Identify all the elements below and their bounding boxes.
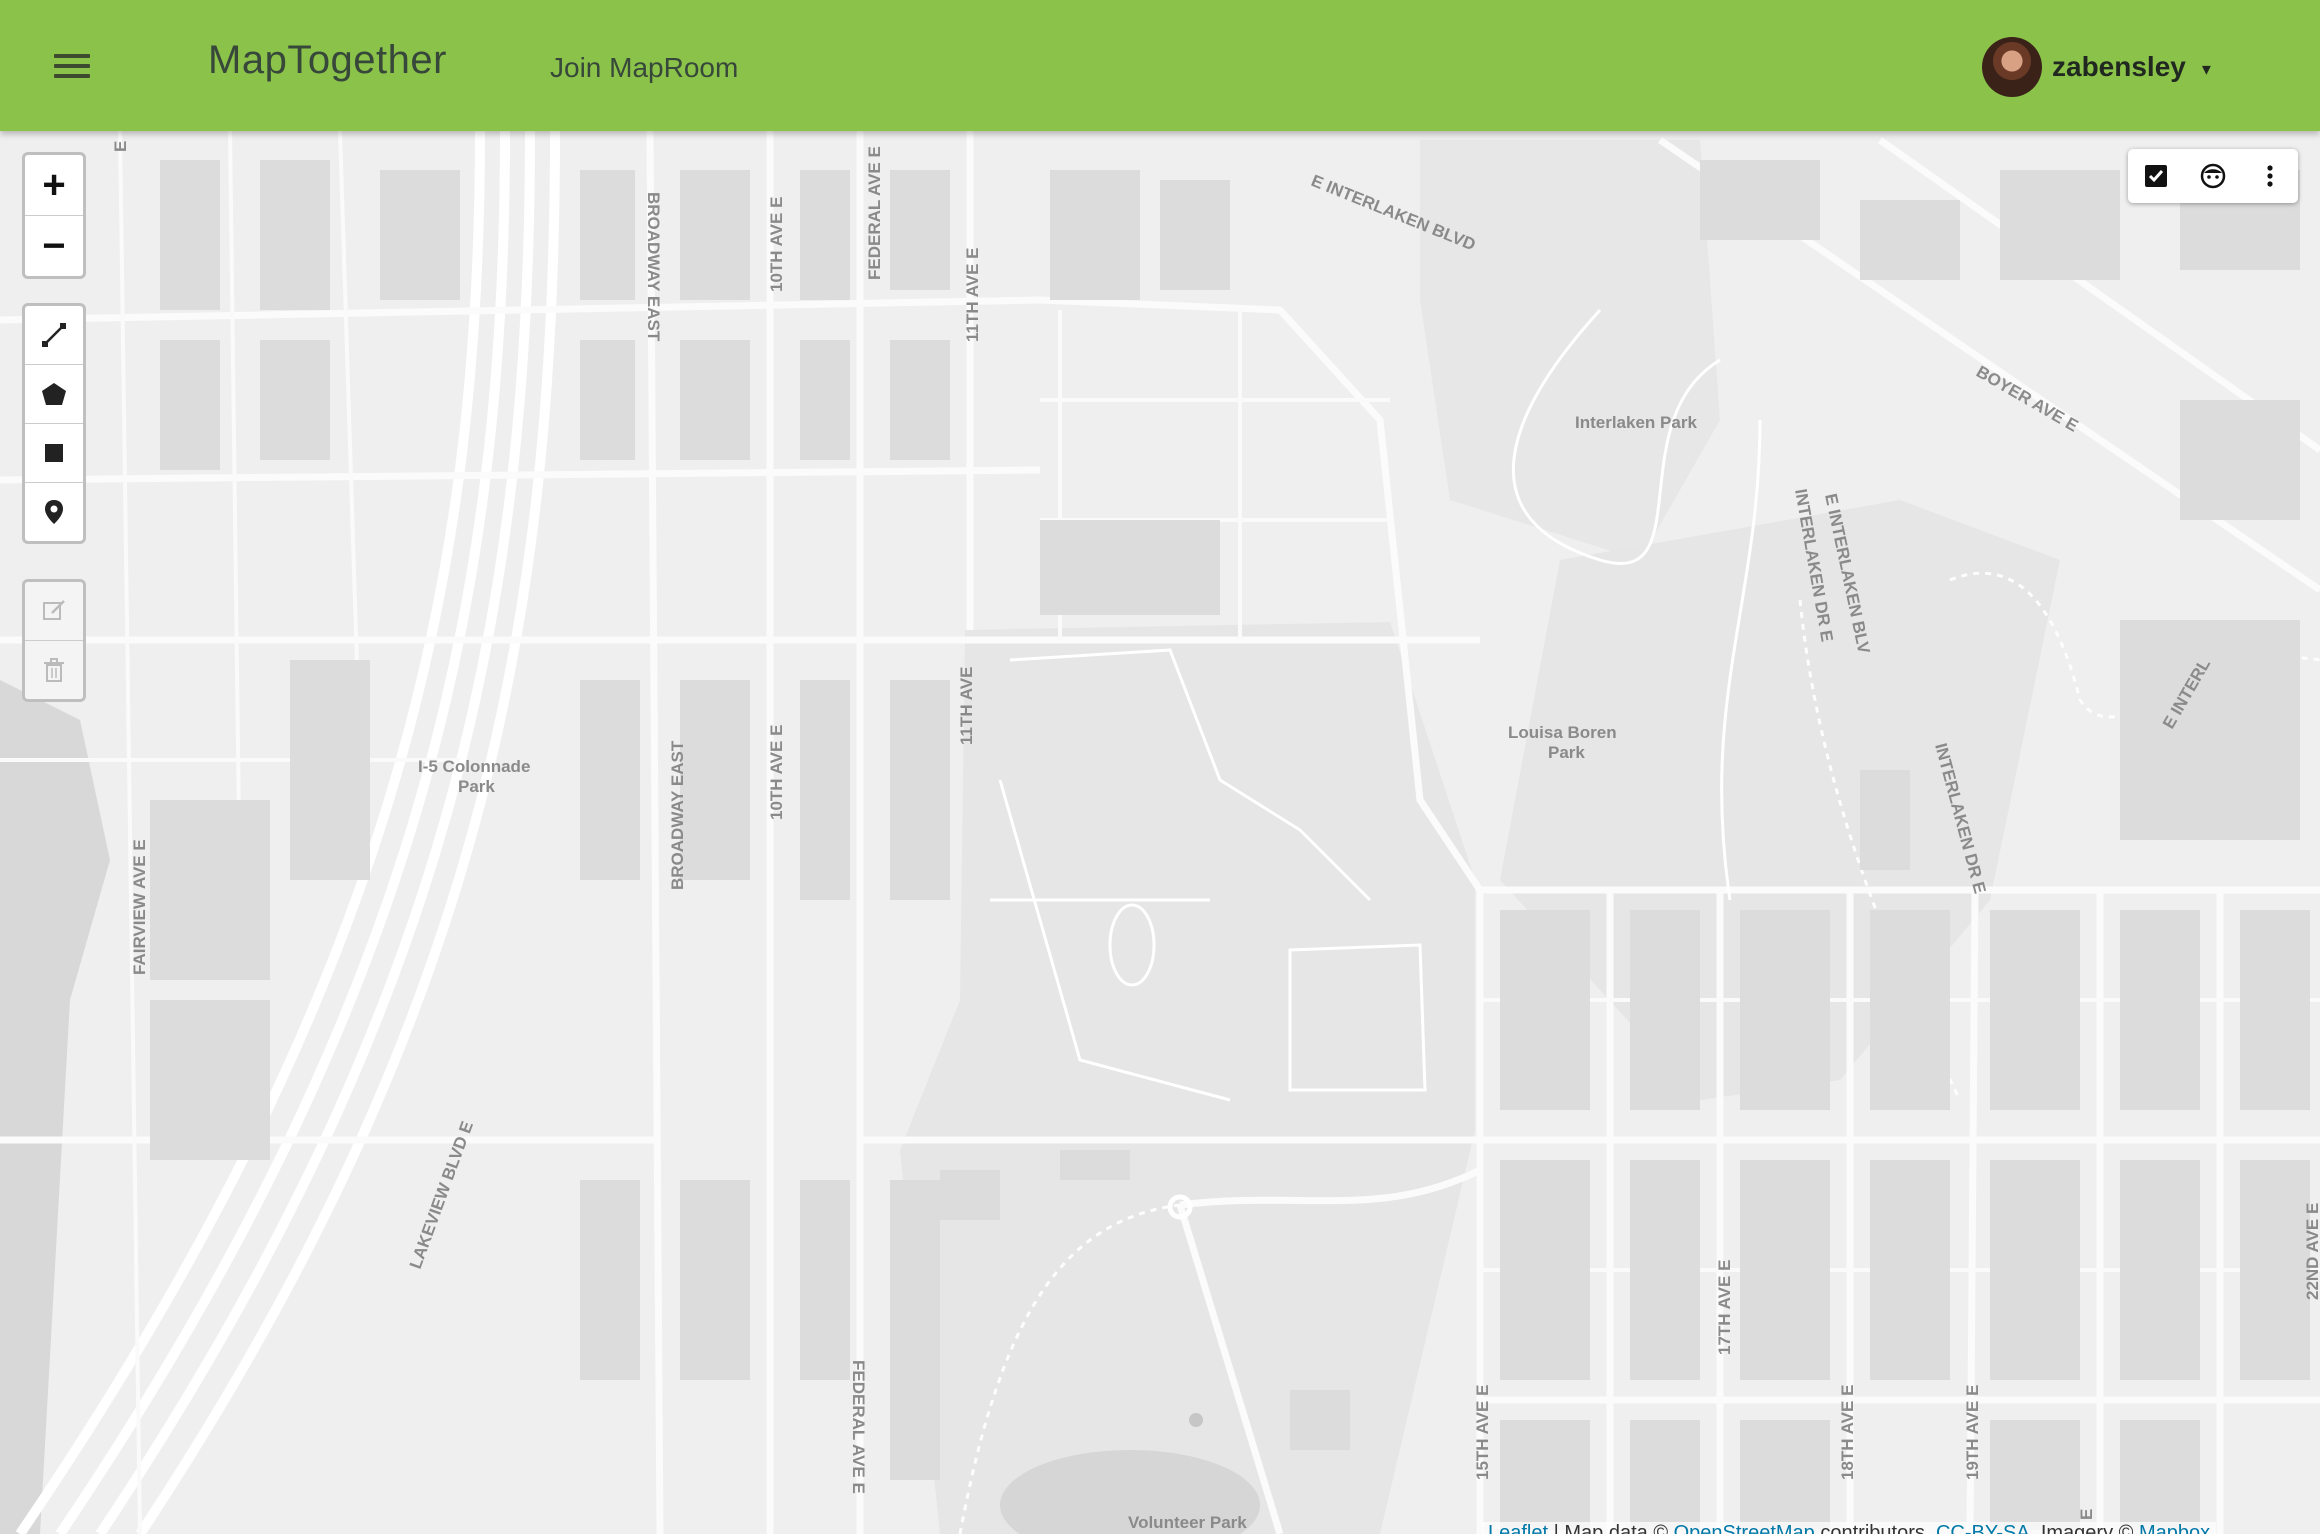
marker-tool-button[interactable] <box>25 483 83 541</box>
face-icon[interactable] <box>2193 156 2233 196</box>
label-e-bottom: E <box>2077 1509 2096 1520</box>
label-volunteer-park: Volunteer Park <box>1128 1513 1247 1532</box>
more-vert-icon[interactable] <box>2250 156 2290 196</box>
leaflet-link[interactable]: Leaflet <box>1488 1522 1548 1534</box>
label-17th-ave-e: 17TH AVE E <box>1715 1260 1734 1355</box>
label-18th-ave-e: 18TH AVE E <box>1838 1385 1857 1480</box>
zoom-control: + − <box>22 152 86 279</box>
polygon-tool-button[interactable] <box>25 365 83 424</box>
label-louisa-boren-park: Park <box>1548 743 1585 762</box>
label-11th-ave-e: 11TH AVE E <box>963 248 982 342</box>
label-louisa-boren: Louisa Boren <box>1508 723 1617 742</box>
label-broadway-east-s: BROADWAY EAST <box>668 740 687 890</box>
map-attribution: Leaflet | Map data © OpenStreetMap contr… <box>1482 1522 2217 1534</box>
rectangle-icon <box>45 444 63 462</box>
label-i5-colonnade: I-5 Colonnade <box>418 757 530 776</box>
zoom-in-button[interactable]: + <box>25 155 83 216</box>
polygon-icon <box>42 383 66 405</box>
delete-layers-button[interactable] <box>25 641 83 699</box>
attribution-text-3: , Imagery © <box>2029 1522 2139 1534</box>
label-22nd-ave-e: 22ND AVE E <box>2303 1203 2320 1300</box>
label-e-edge: E <box>111 141 130 152</box>
username[interactable]: zabensley <box>2052 51 2186 83</box>
polyline-tool-button[interactable] <box>25 306 83 365</box>
label-broadway-east-n: BROADWAY EAST <box>644 192 663 342</box>
join-maproom-link[interactable]: Join MapRoom <box>550 52 738 84</box>
label-19th-ave-e: 19TH AVE E <box>1963 1385 1982 1480</box>
license-link[interactable]: CC-BY-SA <box>1936 1522 2030 1534</box>
trash-icon <box>44 658 64 682</box>
label-federal-ave-e-n: FEDERAL AVE E <box>865 146 884 280</box>
mapbox-link[interactable]: Mapbox <box>2139 1522 2210 1534</box>
draw-toolbar <box>22 303 86 544</box>
osm-link[interactable]: OpenStreetMap <box>1674 1522 1815 1534</box>
label-10th-ave-e-n: 10TH AVE E <box>767 197 786 292</box>
attribution-text: | Map data © <box>1548 1522 1674 1534</box>
zoom-out-button[interactable]: − <box>25 216 83 276</box>
hamburger-menu-icon[interactable] <box>46 48 98 86</box>
map-canvas[interactable]: E INTERLAKEN BLVD Interlaken Park BOYER … <box>0 0 2320 1534</box>
app-title[interactable]: MapTogether <box>208 38 447 83</box>
label-11th-ave: 11TH AVE <box>957 667 976 745</box>
label-fairview-ave-e: FAIRVIEW AVE E <box>130 839 149 975</box>
edit-icon <box>43 600 65 620</box>
rectangle-tool-button[interactable] <box>25 424 83 483</box>
user-menu[interactable]: zabensley ▾ <box>1982 36 2211 98</box>
checkbox-icon[interactable] <box>2136 156 2176 196</box>
label-15th-ave-e: 15TH AVE E <box>1473 1385 1492 1480</box>
polyline-icon <box>42 323 66 347</box>
layer-toolbar <box>2128 149 2298 203</box>
edit-layers-button[interactable] <box>25 582 83 641</box>
label-federal-ave-e-s: FEDERAL AVE E <box>849 1360 868 1494</box>
attribution-text-2: contributors, <box>1814 1522 1936 1534</box>
app-bar: MapTogether Join MapRoom zabensley ▾ <box>0 0 2320 131</box>
chevron-down-icon[interactable]: ▾ <box>2202 59 2211 80</box>
edit-toolbar <box>22 579 86 702</box>
label-i5-colonnade-park: Park <box>458 777 495 796</box>
label-10th-ave-e-s: 10TH AVE E <box>767 725 786 820</box>
map-marker-icon <box>45 500 63 524</box>
avatar[interactable] <box>1982 37 2042 97</box>
label-interlaken-park: Interlaken Park <box>1575 413 1697 432</box>
